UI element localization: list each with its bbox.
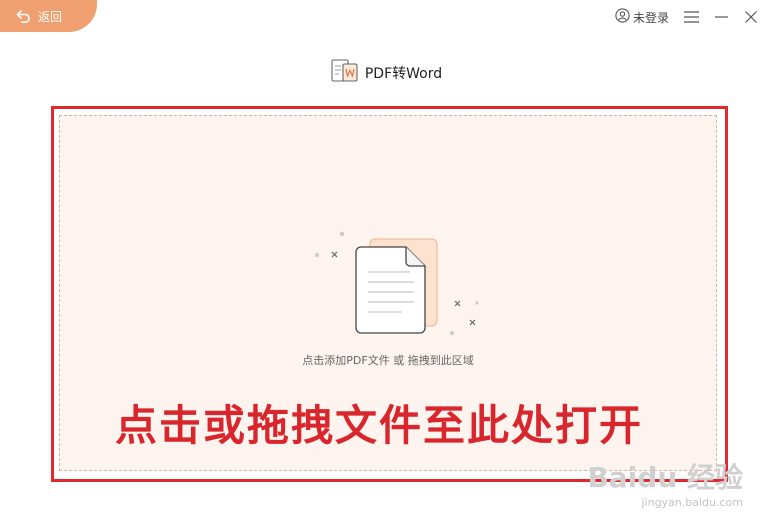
- login-label: 未登录: [632, 10, 669, 25]
- login-button[interactable]: 未登录: [615, 8, 669, 26]
- menu-icon[interactable]: [683, 9, 699, 25]
- drop-hint-text: 点击添加PDF文件 或 拖拽到此区域: [302, 354, 474, 367]
- file-drop-zone[interactable]: 点击添加PDF文件 或 拖拽到此区域 点击或拖拽文件至此处打开: [59, 115, 717, 471]
- watermark-url: jingyan.baidu.com: [641, 496, 743, 509]
- back-label: 返回: [38, 9, 63, 24]
- close-icon[interactable]: [743, 9, 759, 25]
- document-illustration: [310, 224, 480, 344]
- annotation-frame: 点击添加PDF文件 或 拖拽到此区域 点击或拖拽文件至此处打开: [51, 106, 728, 482]
- user-icon: [615, 8, 630, 26]
- window-controls: 未登录: [615, 8, 759, 26]
- return-arrow-icon: [16, 9, 32, 23]
- pdf-to-word-icon: [331, 58, 359, 88]
- app-title: PDF转Word: [0, 58, 773, 88]
- back-button[interactable]: 返回: [0, 0, 97, 32]
- annotation-text: 点击或拖拽文件至此处打开: [115, 401, 644, 450]
- minimize-icon[interactable]: [713, 9, 729, 25]
- app-title-text: PDF转Word: [364, 66, 443, 82]
